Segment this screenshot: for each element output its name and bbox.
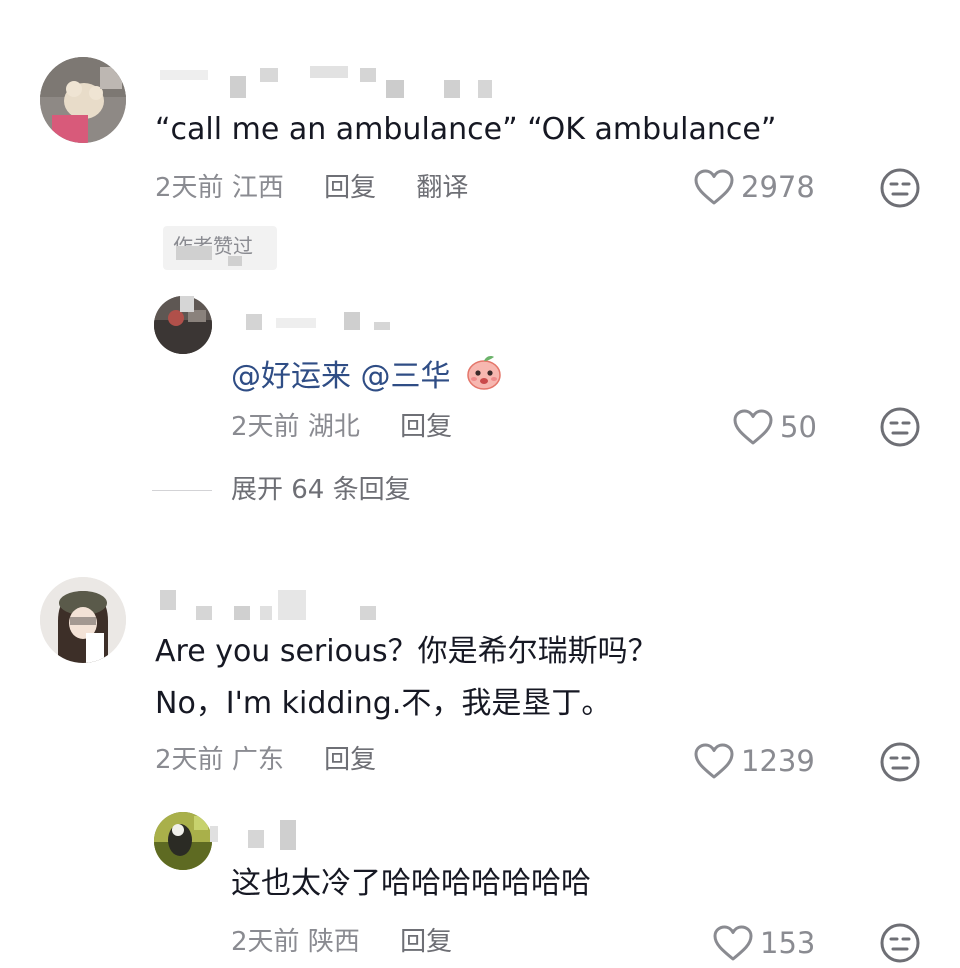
reply-time: 2天前 — [231, 927, 300, 957]
avatar-image — [154, 812, 212, 870]
dislike-face-icon — [880, 742, 920, 782]
dislike-face-icon — [880, 407, 920, 447]
comment-time: 2天前 — [155, 745, 224, 775]
dislike-button[interactable] — [879, 167, 921, 213]
mention-link[interactable]: @三华 — [361, 359, 451, 394]
reply-time: 2天前 — [231, 412, 300, 442]
like-button[interactable]: 2978 — [693, 168, 815, 206]
reply-button[interactable]: 回复 — [400, 412, 452, 442]
like-button[interactable]: 1239 — [693, 742, 815, 780]
mention-link[interactable]: @好运来 — [231, 359, 351, 394]
comment-meta: 2天前 广东 回复 — [155, 744, 376, 776]
comment-text: “call me an ambulance” “OK ambulance” — [155, 112, 777, 147]
dislike-button[interactable] — [879, 741, 921, 787]
avatar[interactable] — [40, 577, 126, 663]
comment-text-line2: No，I'm kidding.不，我是垦丁。 — [155, 686, 612, 721]
avatar-image — [40, 577, 126, 663]
comment-meta: 2天前 江西 回复 翻译 — [155, 172, 468, 204]
dislike-face-icon — [880, 923, 920, 963]
like-count: 50 — [780, 410, 817, 444]
heart-icon — [694, 743, 734, 779]
comment-location: 江西 — [231, 173, 284, 203]
username-blurred — [210, 818, 300, 854]
reply-button[interactable]: 回复 — [400, 927, 452, 957]
reply-meta: 2天前 陕西 回复 — [231, 926, 452, 958]
heart-icon — [733, 409, 773, 445]
reply-button[interactable]: 回复 — [324, 745, 376, 775]
comment-location: 广东 — [231, 745, 284, 775]
avatar[interactable] — [40, 57, 126, 143]
translate-button[interactable]: 翻译 — [416, 173, 468, 203]
like-count: 1239 — [741, 744, 815, 778]
reply-text: @好运来 @三华 — [231, 352, 504, 395]
heart-icon — [713, 925, 753, 961]
comment-time: 2天前 — [155, 173, 224, 203]
dislike-button[interactable] — [879, 922, 921, 968]
reply-button[interactable]: 回复 — [324, 173, 376, 203]
expand-divider — [152, 490, 212, 491]
badge-blur — [228, 256, 242, 266]
dislike-face-icon — [880, 168, 920, 208]
badge-blur — [176, 246, 212, 260]
reply-location: 湖北 — [307, 412, 360, 442]
heart-icon — [694, 169, 734, 205]
like-button[interactable]: 153 — [712, 924, 815, 962]
dislike-button[interactable] — [879, 406, 921, 452]
username-blurred — [160, 64, 500, 104]
username-blurred — [160, 590, 400, 626]
reply-location: 陕西 — [307, 927, 360, 957]
avatar-image — [40, 57, 126, 143]
like-count: 2978 — [741, 170, 815, 204]
peach-emoji-icon — [467, 356, 501, 390]
comment-text-line1: Are you serious？你是希尔瑞斯吗？ — [155, 634, 658, 669]
reply-meta: 2天前 湖北 回复 — [231, 411, 452, 443]
reply-text: 这也太冷了哈哈哈哈哈哈哈 — [231, 866, 591, 901]
avatar[interactable] — [154, 812, 212, 870]
like-button[interactable]: 50 — [732, 408, 817, 446]
like-count: 153 — [760, 926, 816, 960]
username-blurred — [176, 296, 396, 332]
expand-replies-button[interactable]: 展开 64 条回复 — [231, 473, 411, 507]
